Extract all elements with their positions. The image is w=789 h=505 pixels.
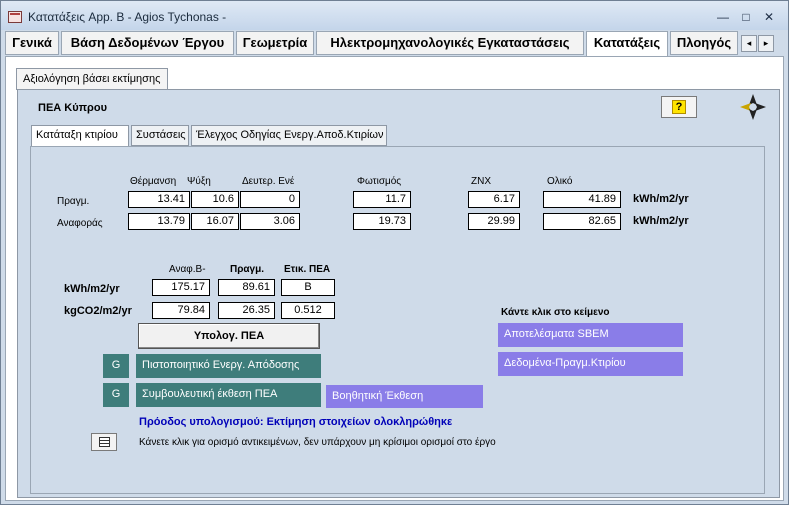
app-logo-icon <box>740 94 766 120</box>
header-epc-label: Ετικ. ΠΕΑ <box>284 264 331 275</box>
tab-assessment-by-estimate[interactable]: Αξιολόγηση βάσει εκτίμησης <box>16 68 168 90</box>
tab-building-rating[interactable]: Κατάταξη κτιρίου <box>31 125 129 147</box>
certificate-g-button[interactable]: G <box>103 354 129 378</box>
header-heating: Θέρμανση <box>130 176 177 187</box>
actual-dhw-value: 6.17 <box>468 191 520 208</box>
help-button[interactable]: ? <box>661 96 697 118</box>
reference-total-value: 82.65 <box>543 213 621 230</box>
help-report-button[interactable]: Βοηθητική Έκθεση <box>326 385 483 408</box>
energy-certificate-button[interactable]: Πιστοποιητικό Ενεργ. Απόδοσης <box>136 354 321 378</box>
close-icon[interactable]: ✕ <box>761 10 777 24</box>
actual-heating-value: 13.41 <box>128 191 190 208</box>
actual-secondary-value: 0 <box>240 191 300 208</box>
top-tab-strip: Γενικά Βάση Δεδομένων Έργου Γεωμετρία Ηλ… <box>5 31 781 56</box>
row-label-reference: Αναφοράς <box>57 218 103 229</box>
unit-label: kWh/m2/yr <box>633 193 689 205</box>
summary-row-energy-label: kWh/m2/yr <box>64 283 120 295</box>
tab-scroll-left-icon[interactable]: ◂ <box>741 35 757 52</box>
calculate-epc-button[interactable]: Υπολογ. ΠΕΑ <box>138 323 320 349</box>
reference-cooling-value: 16.07 <box>191 213 239 230</box>
define-objects-button[interactable] <box>91 433 117 451</box>
pea-panel: ΠΕΑ Κύπρου ? Κατάταξη κτιρίου Συστάσεις … <box>17 89 780 498</box>
advisory-report-button[interactable]: Συμβουλευτική έκθεση ΠΕΑ <box>136 383 321 407</box>
summary-row-co2-label: kgCO2/m2/yr <box>64 305 132 317</box>
click-prompt: Κάντε κλικ στο κείμενο <box>501 307 610 318</box>
actual-lighting-value: 11.7 <box>353 191 411 208</box>
form-icon <box>8 11 22 23</box>
title-bar: Κατατάξεις App. B - Agios Tychonas - — □… <box>1 1 788 30</box>
header-secondary-energy: Δευτερ. Ενέ <box>242 176 295 187</box>
calendar-icon <box>99 437 110 447</box>
tab-geometry[interactable]: Γεωμετρία <box>236 31 314 55</box>
actual-energy-value: 89.61 <box>218 279 275 296</box>
calculation-progress-text: Πρόοδος υπολογισμού: Εκτίμηση στοιχείων … <box>139 416 453 428</box>
window-title: Κατατάξεις App. B - Agios Tychonas - <box>28 10 227 24</box>
epc-ratio-value: 0.512 <box>281 302 335 319</box>
help-icon: ? <box>672 100 686 114</box>
reference-lighting-value: 19.73 <box>353 213 411 230</box>
reference-heating-value: 13.79 <box>128 213 190 230</box>
header-cooling: Ψύξη <box>187 176 211 187</box>
sbem-results-button[interactable]: Αποτελέσματα SBEM <box>498 323 683 347</box>
panel-title: ΠΕΑ Κύπρου <box>38 102 107 114</box>
tab-project-database[interactable]: Βάση Δεδομένων Έργου <box>61 31 234 55</box>
header-actual: Πραγμ. <box>230 264 265 275</box>
tab-ratings[interactable]: Κατατάξεις <box>586 31 668 56</box>
tab-scroll-right-icon[interactable]: ▸ <box>758 35 774 52</box>
tab-mechanical-electrical[interactable]: Ηλεκτρομηχανολογικές Εγκαταστάσεις <box>316 31 584 55</box>
actual-cooling-value: 10.6 <box>191 191 239 208</box>
header-total: Ολικό <box>547 176 573 187</box>
building-data-button[interactable]: Δεδομένα-Πραγμ.Κτιρίου <box>498 352 683 376</box>
header-reference-building: Αναφ.Β- <box>169 264 206 275</box>
tab-recommendations[interactable]: Συστάσεις <box>131 125 189 146</box>
app-window: Κατατάξεις App. B - Agios Tychonas - — □… <box>0 0 789 505</box>
row-label-actual: Πραγμ. <box>57 196 90 207</box>
actual-total-value: 41.89 <box>543 191 621 208</box>
header-lighting: Φωτισμός <box>357 176 402 187</box>
tab-content: Αξιολόγηση βάσει εκτίμησης ΠΕΑ Κύπρου ? … <box>5 56 784 501</box>
reference-building-energy-value: 175.17 <box>152 279 210 296</box>
maximize-icon[interactable]: □ <box>738 10 754 24</box>
rating-section: Θέρμανση Ψύξη Δευτερ. Ενέ Φωτισμός ZNX Ο… <box>30 146 765 494</box>
actual-co2-value: 26.35 <box>218 302 275 319</box>
reference-secondary-value: 3.06 <box>240 213 300 230</box>
reference-dhw-value: 29.99 <box>468 213 520 230</box>
tab-navigator[interactable]: Πλοηγός <box>670 31 738 55</box>
epc-rating-value: B <box>281 279 335 296</box>
unit-label: kWh/m2/yr <box>633 215 689 227</box>
reference-building-co2-value: 79.84 <box>152 302 210 319</box>
minimize-icon[interactable]: — <box>715 10 731 24</box>
header-dhw: ZNX <box>471 176 491 187</box>
tab-general[interactable]: Γενικά <box>5 31 59 55</box>
advisory-g-button[interactable]: G <box>103 383 129 407</box>
objects-note: Κάνετε κλικ για ορισμό αντικειμένων, δεν… <box>139 437 496 448</box>
tab-directive-check[interactable]: Έλεγχος Οδηγίας Ενεργ.Αποδ.Κτιρίων <box>191 125 387 146</box>
